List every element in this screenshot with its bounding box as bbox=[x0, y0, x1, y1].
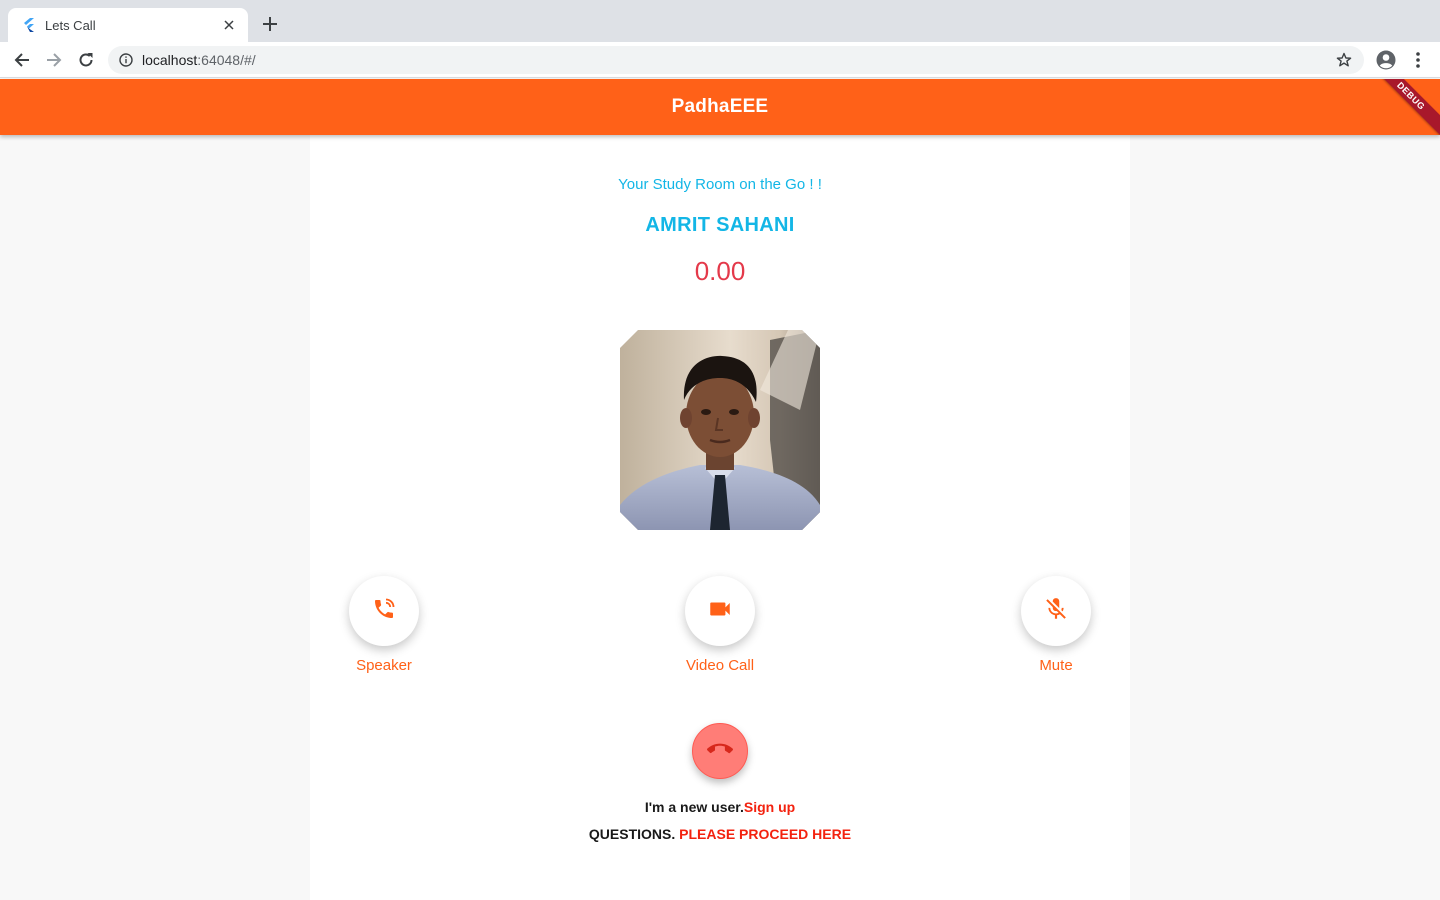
speaker-phone-icon bbox=[372, 597, 396, 626]
video-call-button[interactable] bbox=[685, 576, 755, 646]
address-bar[interactable]: localhost:64048/#/ bbox=[108, 46, 1364, 74]
browser-tabstrip: Lets Call bbox=[0, 0, 1440, 42]
mute-label: Mute bbox=[1039, 657, 1073, 674]
call-timer: 0.00 bbox=[694, 256, 746, 286]
url-text: localhost:64048/#/ bbox=[142, 52, 256, 68]
bookmark-star-icon[interactable] bbox=[1334, 50, 1354, 70]
speaker-label: Speaker bbox=[356, 657, 412, 674]
sign-up-link[interactable]: Sign up bbox=[744, 799, 795, 815]
new-tab-icon[interactable] bbox=[258, 12, 282, 36]
back-arrow-icon[interactable] bbox=[8, 46, 36, 74]
caller-name: AMRIT SAHANI bbox=[645, 214, 795, 236]
flutter-favicon-icon bbox=[22, 18, 36, 32]
hang-up-button[interactable] bbox=[692, 723, 748, 779]
debug-banner: DEBUG bbox=[1367, 79, 1440, 135]
videocam-icon bbox=[707, 596, 733, 627]
tab-title: Lets Call bbox=[45, 17, 96, 33]
browser-tab[interactable]: Lets Call bbox=[8, 8, 248, 42]
call-end-icon bbox=[707, 736, 733, 767]
reload-icon[interactable] bbox=[72, 46, 100, 74]
tagline: Your Study Room on the Go ! ! bbox=[618, 176, 822, 193]
caller-avatar bbox=[620, 330, 820, 530]
info-icon[interactable] bbox=[118, 52, 134, 68]
signup-prompt: I'm a new user.Sign up bbox=[644, 799, 796, 815]
call-screen: Your Study Room on the Go ! ! AMRIT SAHA… bbox=[310, 135, 1130, 900]
forward-arrow-icon[interactable] bbox=[40, 46, 68, 74]
proceed-here-link[interactable]: PLEASE PROCEED HERE bbox=[679, 826, 851, 842]
mic-off-icon bbox=[1043, 596, 1069, 627]
video-call-label: Video Call bbox=[685, 657, 755, 674]
app-bar: PadhaEEE DEBUG bbox=[0, 79, 1440, 135]
speaker-button[interactable] bbox=[349, 576, 419, 646]
speaker-action[interactable]: Speaker bbox=[334, 576, 434, 674]
menu-kebab-icon[interactable] bbox=[1408, 48, 1428, 72]
profile-avatar-icon[interactable] bbox=[1374, 48, 1398, 72]
video-call-action[interactable]: Video Call bbox=[670, 576, 770, 674]
app-title: PadhaEEE bbox=[671, 96, 769, 117]
mute-action[interactable]: Mute bbox=[1006, 576, 1106, 674]
questions-prompt: QUESTIONS. PLEASE PROCEED HERE bbox=[588, 826, 852, 842]
mute-button[interactable] bbox=[1021, 576, 1091, 646]
browser-toolbar: localhost:64048/#/ bbox=[0, 42, 1440, 78]
tab-close-icon[interactable] bbox=[220, 16, 238, 34]
